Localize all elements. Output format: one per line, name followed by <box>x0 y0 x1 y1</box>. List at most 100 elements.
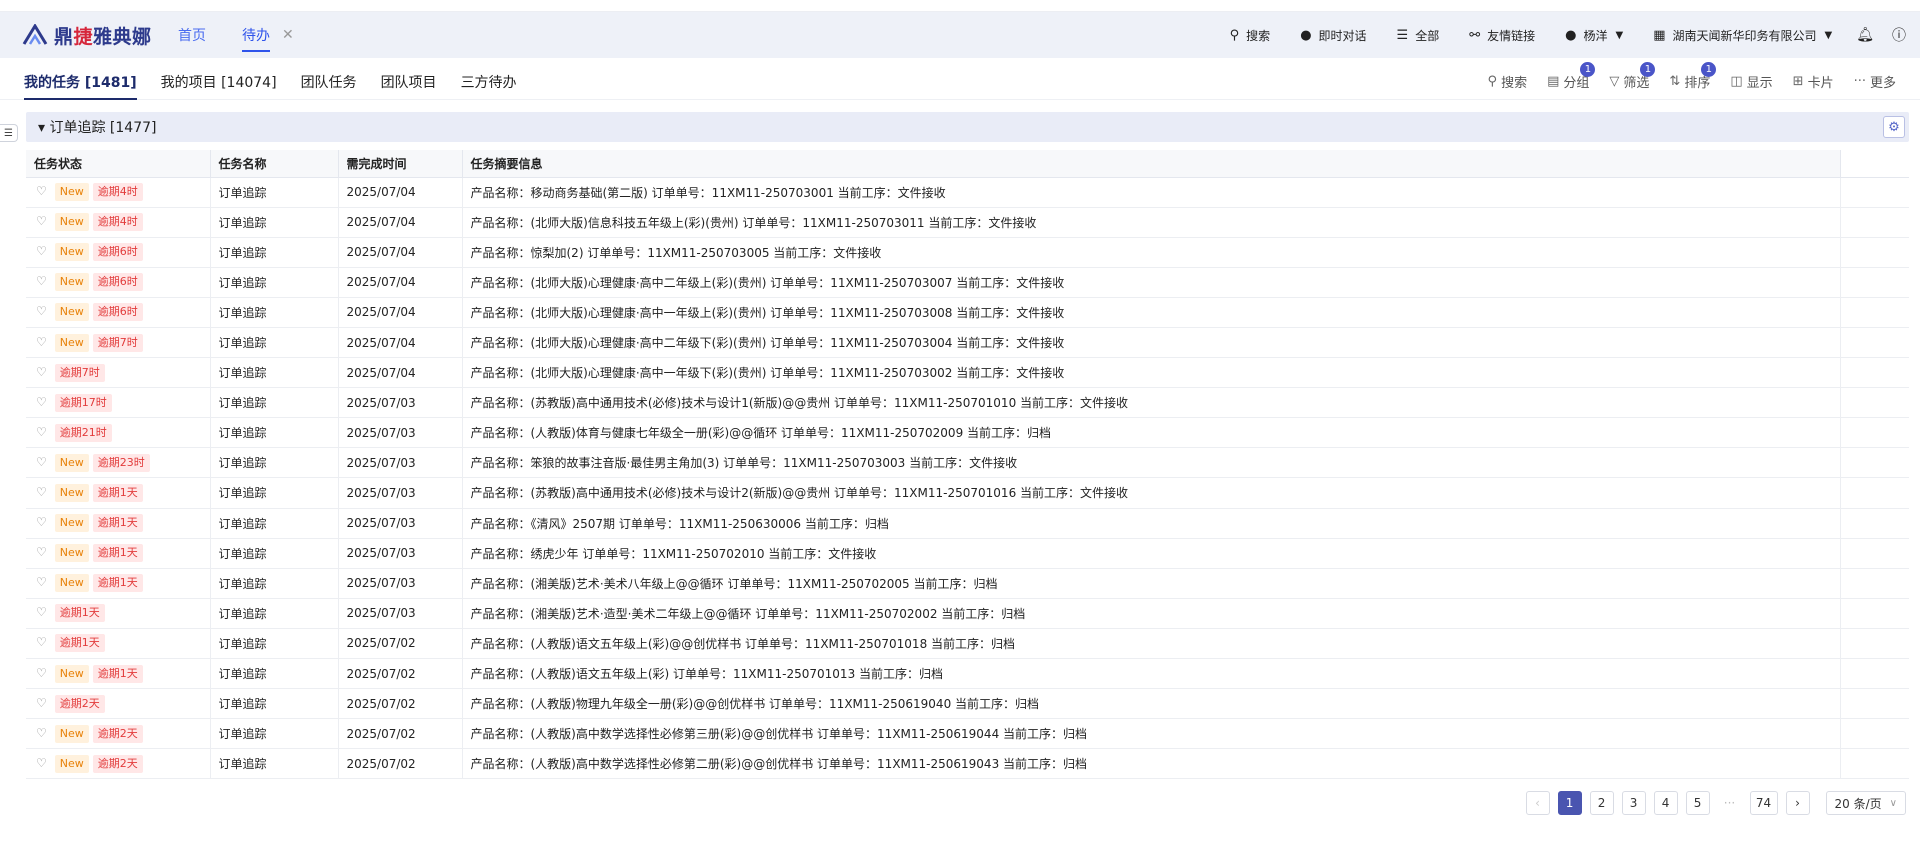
table-row[interactable]: ♡ New 逾期4时 订单追踪 2025/07/04 产品名称：移动商务基础(第二版) 订… <box>26 177 1909 208</box>
table-row[interactable]: ♡ 逾期21时 订单追踪 2025/07/03 产品名称：(人教版)体育与健康七年级全一… <box>26 417 1909 449</box>
header-links-button[interactable]: ⚯ 友情链接 <box>1469 27 1535 44</box>
page-5-button[interactable]: 5 <box>1685 791 1710 815</box>
heart-icon[interactable]: ♡ <box>36 274 47 288</box>
table-row[interactable]: ♡ New 逾期4时 订单追踪 2025/07/04 产品名称：(北师大版)信息科技五年级… <box>26 207 1909 238</box>
heart-icon[interactable]: ♡ <box>36 756 47 770</box>
cell-task-name: 订单追踪 <box>210 538 339 569</box>
table-row[interactable]: ♡ 逾期2天 订单追踪 2025/07/02 产品名称：(人教版)物理九年级全一册(彩)… <box>26 688 1909 720</box>
table-row[interactable]: ♡ New 逾期6时 订单追踪 2025/07/04 产品名称：(北师大版)心理健康·高中… <box>26 297 1909 328</box>
toolbar-filter-button[interactable]: ▽ 筛选 1 <box>1609 62 1656 91</box>
table-row[interactable]: ♡ 逾期17时 订单追踪 2025/07/03 产品名称：(苏教版)高中通用技术(必修)… <box>26 387 1909 419</box>
page-2-button[interactable]: 2 <box>1589 791 1614 815</box>
heart-icon[interactable]: ♡ <box>36 605 47 619</box>
company-menu[interactable]: ▦ 湖南天闻新华印务有限公司 ▼ <box>1653 27 1832 44</box>
cell-task-name: 订单追踪 <box>210 508 339 539</box>
heart-icon[interactable]: ♡ <box>36 545 47 559</box>
table-row[interactable]: ♡ 逾期1天 订单追踪 2025/07/02 产品名称：(人教版)语文五年级上(彩)@@… <box>26 628 1909 660</box>
column-header-name[interactable]: 任务名称 <box>210 150 339 178</box>
heart-icon[interactable]: ♡ <box>36 365 47 379</box>
heart-icon[interactable]: ♡ <box>36 395 47 409</box>
user-menu[interactable]: ● 杨洋 ▼ <box>1565 27 1623 44</box>
toolbar-group-button[interactable]: ▤ 分组 1 <box>1547 62 1596 91</box>
sort-icon: ⇅ <box>1669 74 1681 89</box>
cell-spacer <box>1840 267 1909 298</box>
group-header[interactable]: ▾ 订单追踪 [1477] ⚙ <box>26 112 1909 142</box>
prev-page-button[interactable]: ‹ <box>1525 791 1550 815</box>
heart-icon[interactable]: ♡ <box>36 425 47 439</box>
table-row[interactable]: ♡ New 逾期2天 订单追踪 2025/07/02 产品名称：(人教版)高中数学选择性必… <box>26 748 1909 780</box>
tab-todo[interactable]: 待办 <box>242 12 270 58</box>
heart-icon[interactable]: ♡ <box>36 304 47 318</box>
heart-icon[interactable]: ♡ <box>36 244 47 258</box>
next-page-button[interactable]: › <box>1785 791 1810 815</box>
cell-task-name: 订单追踪 <box>210 327 339 359</box>
toolbar-sort-button[interactable]: ⇅ 排序 1 <box>1669 62 1717 91</box>
table-row[interactable]: ♡ New 逾期6时 订单追踪 2025/07/04 产品名称：惊梨加(2) 订单单号：1… <box>26 237 1909 268</box>
bell-icon[interactable]: 🔔︎ <box>1856 27 1874 43</box>
heart-icon[interactable]: ♡ <box>36 666 47 680</box>
heart-icon[interactable]: ♡ <box>36 575 47 589</box>
table-row[interactable]: ♡ New 逾期1天 订单追踪 2025/07/03 产品名称：绣虎少年 订单单号：11X… <box>26 538 1909 569</box>
cell-due-date: 2025/07/04 <box>338 237 463 268</box>
tab-my-tasks[interactable]: 我的任务 [1481] <box>24 64 137 100</box>
heart-icon[interactable]: ♡ <box>36 515 47 529</box>
sidebar-toggle-icon[interactable]: ☰ <box>0 124 18 142</box>
column-header-due-date[interactable]: 需完成时间 <box>338 150 463 178</box>
column-header-status[interactable]: 任务状态 <box>26 150 211 178</box>
tab-my-projects[interactable]: 我的项目 [14074] <box>161 64 277 100</box>
table-row[interactable]: ♡ New 逾期7时 订单追踪 2025/07/04 产品名称：(北师大版)心理健康·高中… <box>26 327 1909 359</box>
cell-task-name: 订单追踪 <box>210 598 339 629</box>
header-chat-button[interactable]: ● 即时对话 <box>1300 27 1366 44</box>
overdue-badge: 逾期7时 <box>92 333 143 352</box>
table-row[interactable]: ♡ New 逾期1天 订单追踪 2025/07/03 产品名称：(苏教版)高中通用技术(必… <box>26 477 1909 509</box>
heart-icon[interactable]: ♡ <box>36 214 47 228</box>
heart-icon[interactable]: ♡ <box>36 455 47 469</box>
cell-due-date: 2025/07/03 <box>338 447 463 479</box>
heart-icon[interactable]: ♡ <box>36 335 47 349</box>
tab-team-tasks[interactable]: 团队任务 <box>301 64 357 100</box>
page-size-select[interactable]: 20 条/页 ∨ <box>1825 791 1906 815</box>
cell-due-date: 2025/07/04 <box>338 327 463 359</box>
help-icon[interactable]: ⓘ <box>1892 25 1906 45</box>
cell-status: ♡ 逾期1天 <box>26 628 211 660</box>
logo[interactable]: 鼎捷雅典娜 <box>22 22 162 49</box>
tab-home[interactable]: 首页 <box>178 12 206 58</box>
table-row[interactable]: ♡ New 逾期2天 订单追踪 2025/07/02 产品名称：(人教版)高中数学选择性必… <box>26 718 1909 750</box>
cell-task-name: 订单追踪 <box>210 477 339 509</box>
page-ellipsis[interactable]: ··· <box>1718 796 1742 810</box>
header-search-button[interactable]: ⚲ 搜索 <box>1230 27 1271 44</box>
table-row[interactable]: ♡ New 逾期6时 订单追踪 2025/07/04 产品名称：(北师大版)心理健康·高中… <box>26 267 1909 298</box>
toolbar-more-button[interactable]: ··· 更多 <box>1854 72 1896 91</box>
heart-icon[interactable]: ♡ <box>36 726 47 740</box>
heart-icon[interactable]: ♡ <box>36 635 47 649</box>
cell-summary: 产品名称：笨狼的故事注音版·最佳男主角加(3) 订单单号：11XM11-2507… <box>462 447 1841 479</box>
table-row[interactable]: ♡ New 逾期23时 订单追踪 2025/07/03 产品名称：笨狼的故事注音版·最佳男… <box>26 447 1909 479</box>
settings-icon[interactable]: ⚙ <box>1883 116 1905 138</box>
close-icon[interactable]: ✕ <box>282 27 294 43</box>
table-row[interactable]: ♡ New 逾期1天 订单追踪 2025/07/02 产品名称：(人教版)语文五年级上(彩… <box>26 658 1909 690</box>
table-row[interactable]: ♡ 逾期7时 订单追踪 2025/07/04 产品名称：(北师大版)心理健康·高中一年级… <box>26 357 1909 389</box>
toolbar-card-button[interactable]: ⊞ 卡片 <box>1793 72 1834 91</box>
header-all-button[interactable]: ☰ 全部 <box>1397 27 1440 44</box>
cell-due-date: 2025/07/04 <box>338 207 463 238</box>
table-row[interactable]: ♡ 逾期1天 订单追踪 2025/07/03 产品名称：(湘美版)艺术·造型·美术二年级… <box>26 598 1909 629</box>
table-row[interactable]: ♡ New 逾期1天 订单追踪 2025/07/03 产品名称：《清风》2507期 订单单… <box>26 508 1909 539</box>
page-3-button[interactable]: 3 <box>1621 791 1646 815</box>
tab-third-party-todo[interactable]: 三方待办 <box>461 64 517 100</box>
heart-icon[interactable]: ♡ <box>36 485 47 499</box>
heart-icon[interactable]: ♡ <box>36 184 47 198</box>
cell-task-name: 订单追踪 <box>210 447 339 479</box>
tab-team-projects[interactable]: 团队项目 <box>381 64 437 100</box>
cell-task-name: 订单追踪 <box>210 688 339 720</box>
toolbar-display-button[interactable]: ◫ 显示 <box>1730 72 1772 91</box>
pagination: ‹ 1 2 3 4 5 ··· 74 › 20 条/页 ∨ <box>1518 791 1906 815</box>
heart-icon[interactable]: ♡ <box>36 696 47 710</box>
page-1-button[interactable]: 1 <box>1557 791 1582 815</box>
column-header-summary[interactable]: 任务摘要信息 <box>462 150 1841 178</box>
page-last-button[interactable]: 74 <box>1749 791 1778 815</box>
cell-spacer <box>1840 387 1909 419</box>
toolbar-search-button[interactable]: ⚲ 搜索 <box>1488 72 1528 91</box>
page-4-button[interactable]: 4 <box>1653 791 1678 815</box>
table-row[interactable]: ♡ New 逾期1天 订单追踪 2025/07/03 产品名称：(湘美版)艺术·美术八年级… <box>26 568 1909 599</box>
cell-status: ♡ New 逾期2天 <box>26 718 211 750</box>
